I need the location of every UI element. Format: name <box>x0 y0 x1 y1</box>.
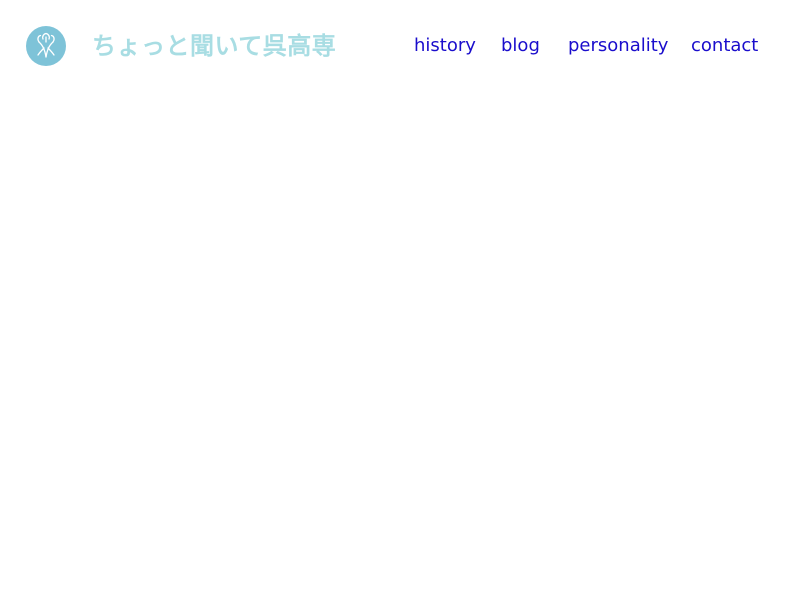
main-content <box>0 92 800 600</box>
nav-link-contact[interactable]: contact <box>691 33 758 59</box>
nav-link-blog[interactable]: blog <box>501 33 540 59</box>
site-header: ちょっと聞いて呉高専 history blog personality cont… <box>0 0 800 92</box>
main-nav: history blog personality contact <box>0 33 800 59</box>
nav-link-personality[interactable]: personality <box>568 33 668 59</box>
nav-link-history[interactable]: history <box>414 33 476 59</box>
